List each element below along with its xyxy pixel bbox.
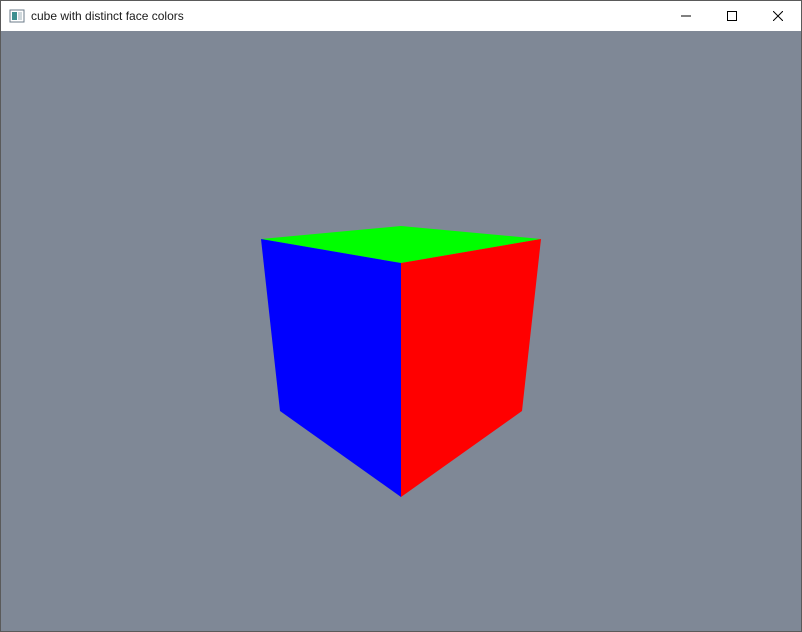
cube-canvas [261,226,541,497]
render-viewport[interactable] [1,31,801,631]
maximize-button[interactable] [709,1,755,31]
close-icon [773,11,783,21]
cube-left-face [261,239,401,497]
minimize-button[interactable] [663,1,709,31]
title-bar[interactable]: cube with distinct face colors [1,1,801,31]
window-controls [663,1,801,31]
window-title: cube with distinct face colors [31,9,184,23]
app-icon [9,9,25,23]
close-button[interactable] [755,1,801,31]
cube-right-face [401,239,541,497]
app-window: cube with distinct face colors [0,0,802,632]
maximize-icon [727,11,737,21]
minimize-icon [681,15,691,17]
